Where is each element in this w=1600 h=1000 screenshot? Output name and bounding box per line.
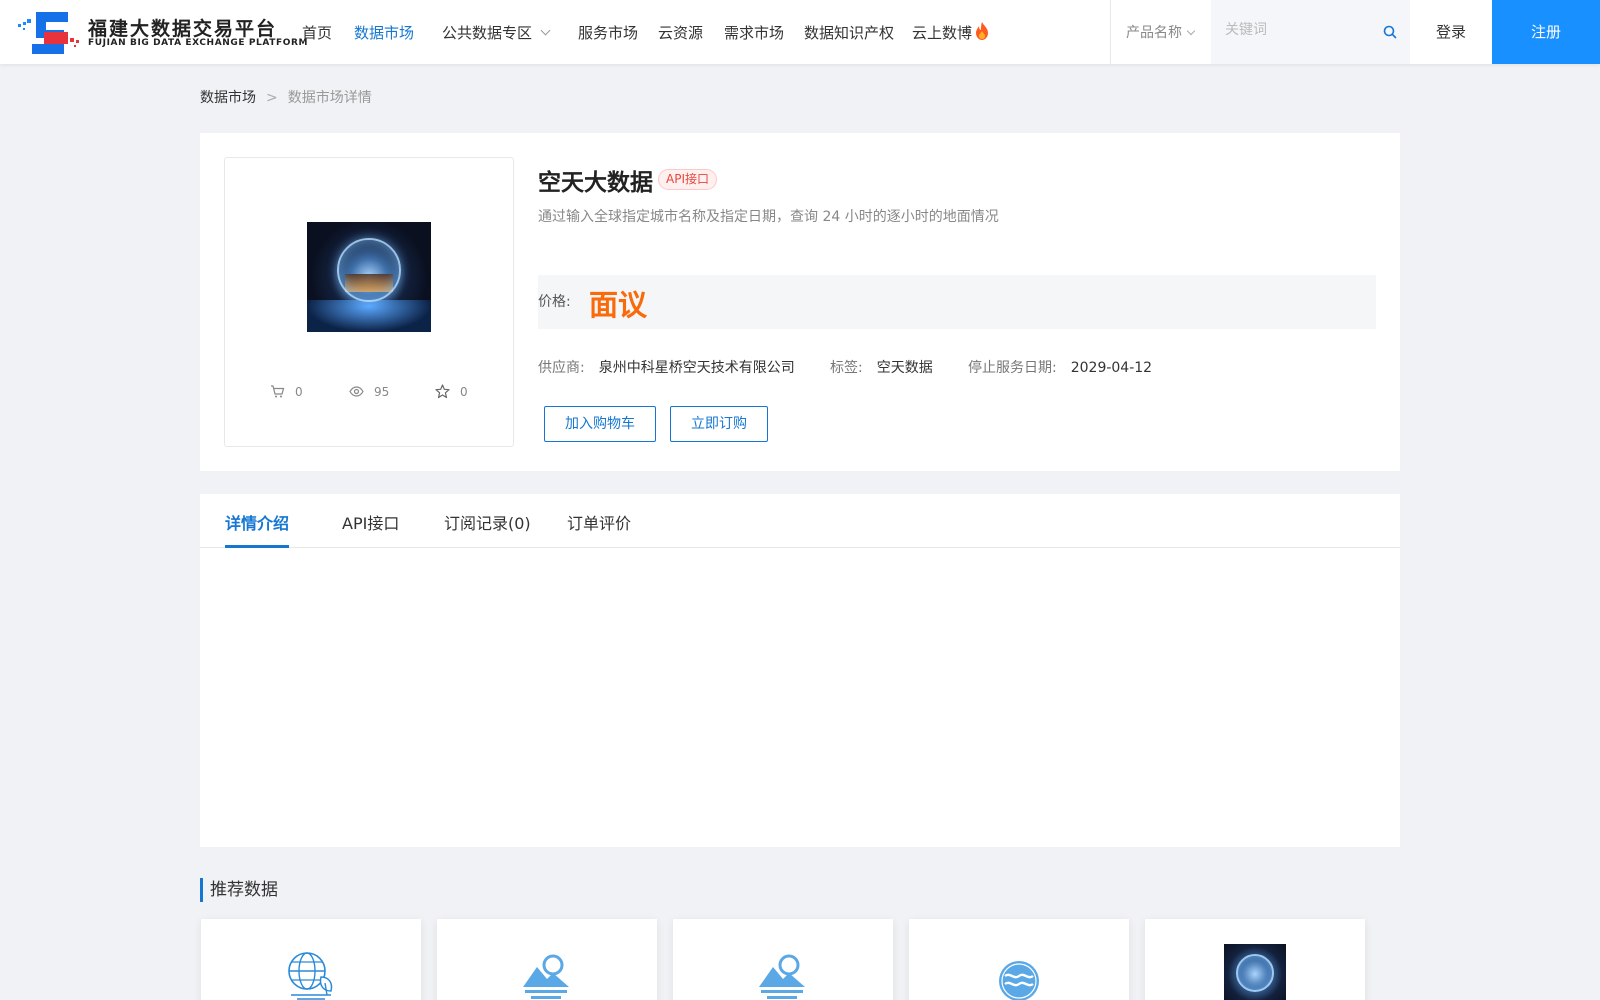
nav-label: 服务市场	[578, 24, 639, 42]
price-label: 价格:	[538, 294, 571, 310]
recommended-card[interactable]	[909, 919, 1129, 1000]
product-image-card: 0 95 0	[224, 157, 514, 447]
nav-item-cloud-expo[interactable]: 云上数博	[912, 22, 989, 43]
product-image	[307, 222, 431, 332]
view-count-stat: 95	[349, 384, 389, 399]
search-type-label: 产品名称	[1126, 25, 1182, 41]
active-tab-indicator	[225, 545, 289, 548]
breadcrumb-current: 数据市场详情	[287, 90, 372, 106]
price-value: 面议	[589, 288, 648, 322]
nav-label: 公共数据专区	[442, 24, 533, 42]
mountain-sun-icon	[759, 954, 805, 999]
nav-label: 需求市场	[724, 24, 785, 42]
recommended-card[interactable]	[437, 919, 657, 1000]
nav-label: 数据知识产权	[804, 24, 895, 42]
add-to-cart-button[interactable]: 加入购物车	[544, 406, 656, 442]
end-date-value: 2029-04-12	[1070, 360, 1153, 376]
breadcrumb: 数据市场 > 数据市场详情	[200, 87, 372, 107]
logo-mark-icon	[18, 12, 79, 54]
nav-item-data-market[interactable]: 数据市场	[354, 22, 414, 43]
image-orb	[337, 238, 401, 302]
top-header: 福建大数据交易平台 FUJIAN BIG DATA EXCHANGE PLATF…	[0, 0, 1600, 64]
crystal-ball-image	[1224, 944, 1286, 1000]
image-floor	[307, 300, 431, 332]
recommended-title: 推荐数据	[200, 878, 278, 902]
register-button[interactable]: 注册	[1492, 0, 1600, 64]
search-icon[interactable]	[1383, 25, 1397, 39]
subscribe-button[interactable]: 立即订购	[670, 406, 768, 442]
logo-title-cn: 福建大数据交易平台	[88, 18, 278, 40]
cart-icon	[271, 385, 285, 398]
image-orb	[1236, 954, 1274, 992]
chevron-down-icon	[1186, 26, 1196, 36]
cart-count-stat: 0	[270, 384, 303, 399]
cart-count: 0	[295, 385, 303, 399]
nav-item-data-ip[interactable]: 数据知识产权	[804, 22, 894, 43]
recommended-card[interactable]	[201, 919, 421, 1000]
breadcrumb-separator: >	[266, 90, 278, 106]
nav-label: 云资源	[658, 24, 704, 42]
nav-item-service-market[interactable]: 服务市场	[578, 22, 638, 43]
favorite-count: 0	[460, 385, 468, 399]
supplier-info: 供应商: 泉州中科星桥空天技术有限公司	[538, 357, 795, 377]
product-title: 空天大数据	[538, 170, 653, 196]
search-input[interactable]	[1225, 22, 1375, 38]
tag-value: 空天数据	[876, 360, 933, 376]
search-box	[1211, 0, 1411, 64]
tag-label: 标签:	[830, 360, 863, 376]
api-badge: API接口	[658, 169, 717, 190]
search-area: 产品名称	[1110, 0, 1411, 64]
product-stats: 0 95 0	[225, 384, 515, 404]
water-wave-icon	[999, 961, 1039, 1000]
tab-subscription-records[interactable]: 订阅记录(0)	[444, 510, 531, 534]
tab-details[interactable]: 详情介绍	[225, 510, 289, 534]
breadcrumb-root-link[interactable]: 数据市场	[200, 90, 256, 106]
product-panel: 0 95 0 空天大数据 API接口 通过输入全球指定城市名称及指定日期，查询 …	[200, 133, 1400, 471]
nav-item-home[interactable]: 首页	[302, 22, 332, 43]
supplier-label: 供应商:	[538, 360, 585, 376]
tabs-bar: 详情介绍 API接口 订阅记录(0) 订单评价	[200, 494, 1400, 548]
recommended-card[interactable]	[673, 919, 893, 1000]
login-button[interactable]: 登录	[1410, 0, 1492, 64]
nav-label: 数据市场	[354, 24, 415, 42]
logo-title-en: FUJIAN BIG DATA EXCHANGE PLATFORM	[88, 38, 309, 48]
tab-order-reviews[interactable]: 订单评价	[567, 510, 631, 534]
flame-icon	[976, 22, 989, 40]
favorite-count-stat: 0	[435, 384, 468, 399]
price-box: 价格: 面议	[538, 275, 1376, 329]
nav-item-cloud-resources[interactable]: 云资源	[658, 22, 703, 43]
eye-icon	[349, 386, 364, 397]
star-icon[interactable]	[435, 384, 450, 399]
nav-item-demand-market[interactable]: 需求市场	[724, 22, 784, 43]
tab-api[interactable]: API接口	[342, 510, 399, 534]
supplier-value: 泉州中科星桥空天技术有限公司	[598, 360, 795, 376]
nav-item-public-data[interactable]: 公共数据专区	[442, 22, 551, 43]
platform-logo[interactable]: 福建大数据交易平台 FUJIAN BIG DATA EXCHANGE PLATF…	[16, 10, 307, 54]
nav-label: 云上数博	[912, 24, 973, 42]
detail-tabs-panel: 详情介绍 API接口 订阅记录(0) 订单评价	[200, 494, 1400, 847]
nav-label: 首页	[302, 24, 333, 42]
view-count: 95	[374, 385, 390, 399]
end-date-info: 停止服务日期: 2029-04-12	[968, 357, 1152, 377]
recommended-card[interactable]	[1145, 919, 1365, 1000]
search-type-select[interactable]: 产品名称	[1126, 22, 1196, 42]
end-date-label: 停止服务日期:	[968, 360, 1057, 376]
globe-plant-icon	[288, 952, 333, 1000]
tag-info: 标签: 空天数据	[830, 357, 933, 377]
chevron-down-icon	[540, 25, 551, 36]
mountain-sun-icon	[523, 954, 569, 999]
product-description: 通过输入全球指定城市名称及指定日期，查询 24 小时的逐小时的地面情况	[538, 209, 999, 225]
